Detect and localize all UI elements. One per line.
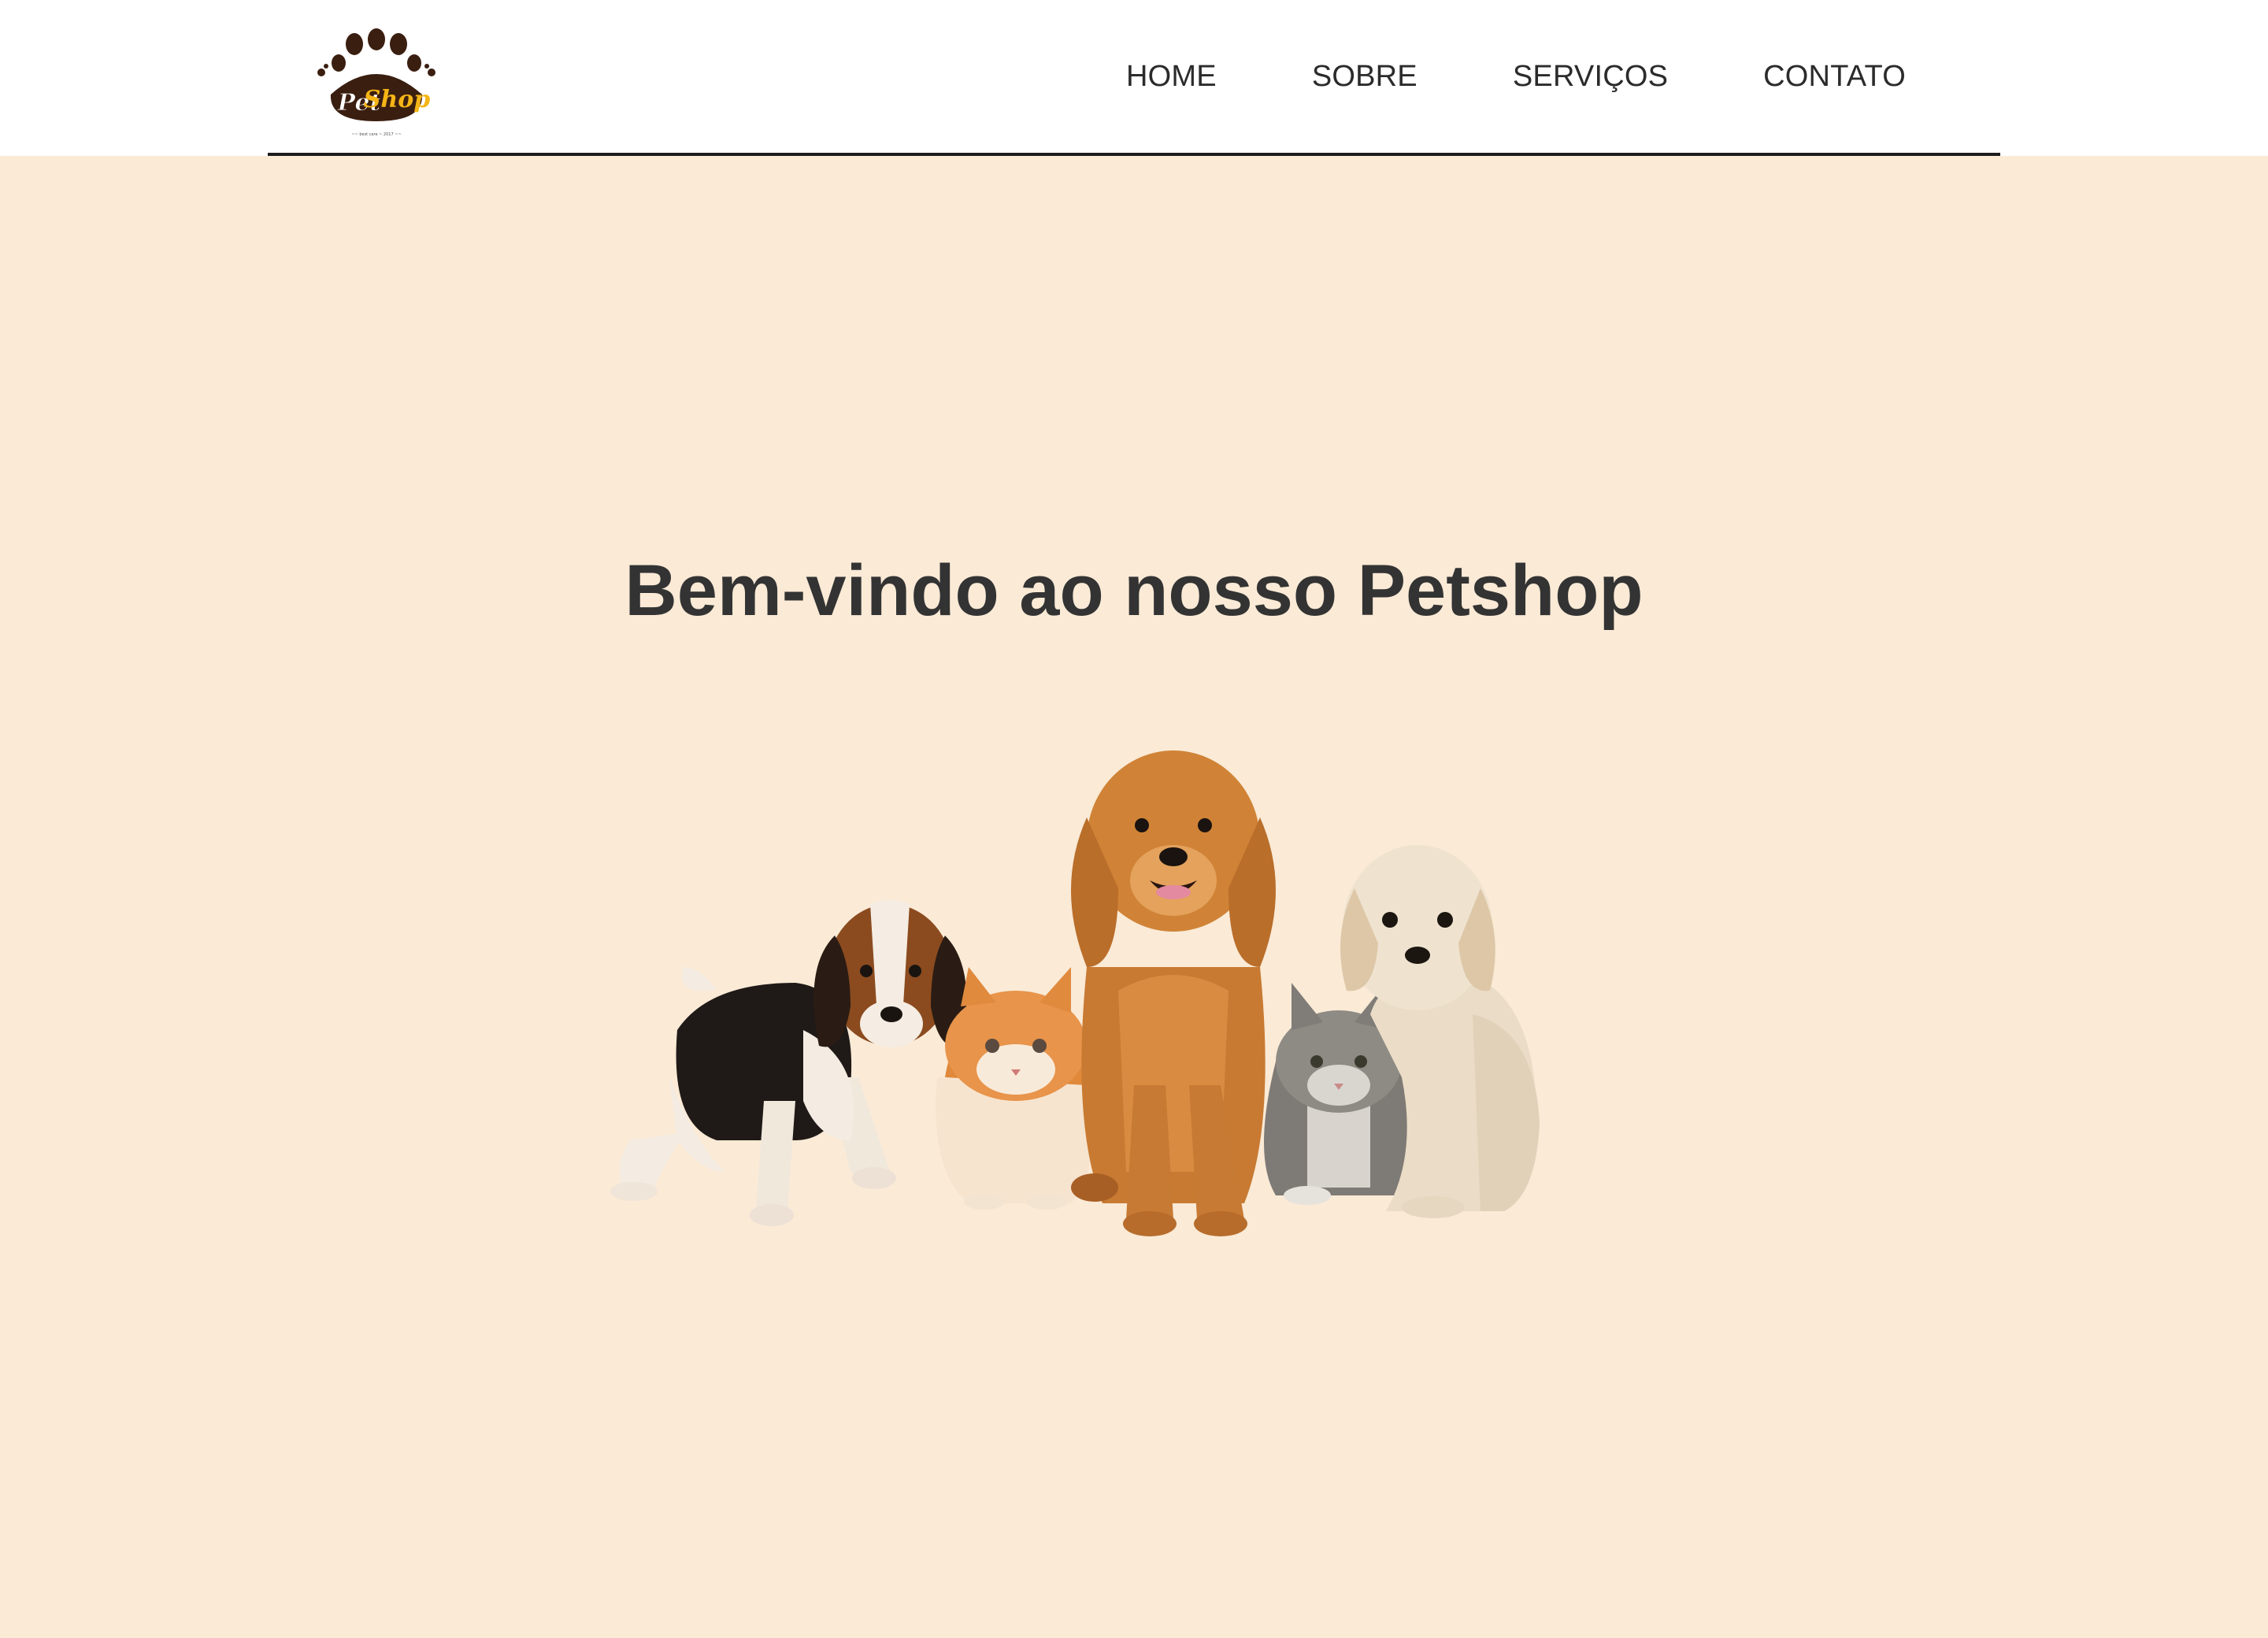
hero-title: Bem-vindo ao nosso Petshop — [624, 550, 1644, 631]
nav-servicos-link[interactable]: SERVIÇOS — [1513, 60, 1668, 94]
nav-sobre-link[interactable]: SOBRE — [1312, 60, 1418, 94]
site-header: Pet Shop ~~ best care ~ 2017 ~~ HOME SOB… — [0, 0, 2268, 156]
beagle-puppy — [610, 900, 967, 1226]
nav-contato-link[interactable]: CONTATO — [1763, 60, 1906, 94]
svg-text:Shop: Shop — [364, 86, 430, 113]
nav-home-link[interactable]: HOME — [1126, 60, 1217, 94]
svg-text:~~ best care ~ 2017 ~~: ~~ best care ~ 2017 ~~ — [351, 132, 401, 137]
main-nav: HOME SOBRE SERVIÇOS CONTATO — [1126, 0, 1906, 153]
paw-logo-icon: Pet Shop ~~ best care ~ 2017 ~~ — [317, 28, 435, 137]
pets-group-image — [598, 731, 1670, 1408]
petshop-logo[interactable]: Pet Shop ~~ best care ~ 2017 ~~ — [315, 28, 438, 140]
golden-puppy — [1071, 750, 1276, 1236]
pets-illustration — [610, 750, 1540, 1236]
hero-section: Bem-vindo ao nosso Petshop — [0, 156, 2268, 1638]
